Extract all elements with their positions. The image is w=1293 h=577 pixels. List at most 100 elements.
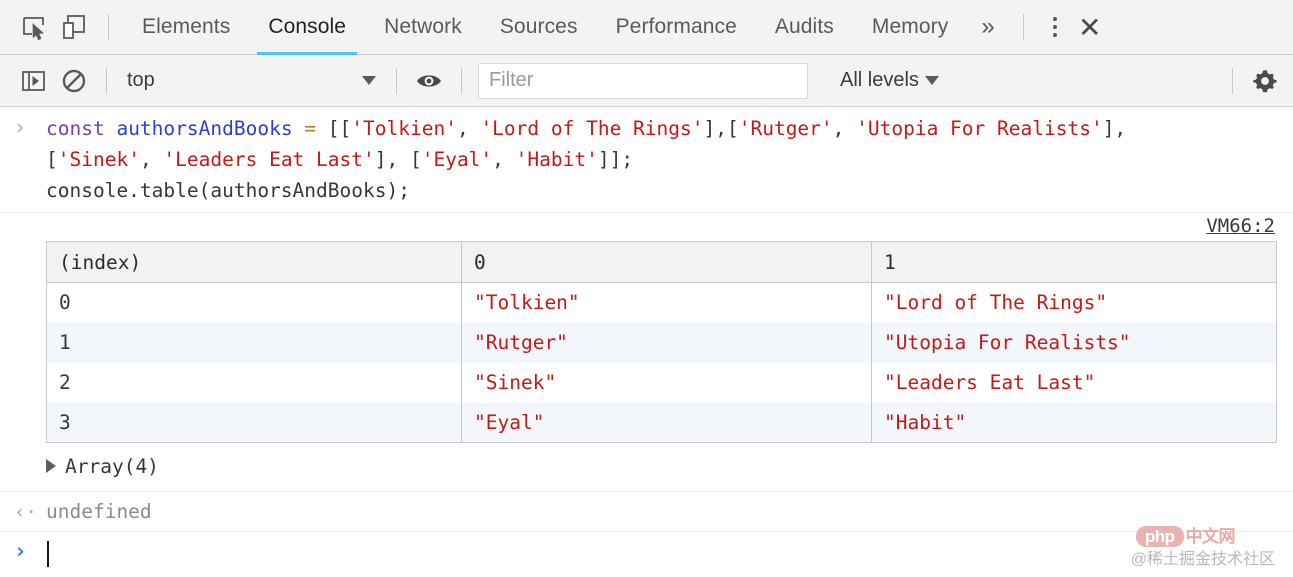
cell-index: 0 [47,283,462,323]
filterbar-divider-4 [1232,68,1233,94]
code-token-2: = [293,117,328,140]
code-token-5: , [457,117,480,140]
console-sidebar-glyph [21,69,47,93]
cell-col1: "Lord of The Rings" [872,283,1277,323]
table-row: 2 "Sinek" "Leaders Eat Last" [47,363,1277,403]
cell-index: 2 [47,363,462,403]
column-header-1[interactable]: 1 [872,242,1277,283]
execution-context-label: top [127,69,356,92]
code-token-17: , [492,148,515,171]
console-table-entry: VM66:2 (index) 0 1 0 [0,213,1293,492]
clear-console-glyph [61,68,87,94]
disclosure-triangle-icon [46,459,56,473]
return-arrow-icon: ‹· [14,501,37,523]
php-logo-pill: php [1136,526,1184,547]
text-cursor [47,541,49,567]
close-label: ✕ [1078,11,1101,44]
code-token-18: 'Habit' [516,148,598,171]
cell-col1: "Leaders Eat Last" [872,363,1277,403]
cell-col1: "Habit" [872,403,1277,443]
tab-audits[interactable]: Audits [756,0,853,55]
tab-performance[interactable]: Performance [597,0,756,55]
code-token-20: console.table(authorsAndBooks); [46,179,410,202]
chevron-down-icon [362,76,376,85]
device-toolbar-icon[interactable] [54,7,94,47]
inspect-cursor-glyph [21,14,47,40]
live-expression-icon[interactable] [409,61,449,101]
code-token-13: , [140,148,163,171]
tab-sources-label: Sources [500,15,578,39]
close-icon[interactable]: ✕ [1072,5,1108,49]
tab-elements[interactable]: Elements [123,0,249,55]
tab-console[interactable]: Console [249,0,365,55]
code-token-8: 'Rutger' [739,117,833,140]
live-prompt-arrow-icon: › [14,539,27,563]
cell-col1: "Utopia For Realists" [872,323,1277,363]
tab-memory-label: Memory [872,15,948,39]
settings-gear-icon[interactable] [1245,61,1285,101]
filterbar-divider-3 [461,68,462,94]
table-row: 0 "Tolkien" "Lord of The Rings" [47,283,1277,323]
tab-audits-label: Audits [775,15,834,39]
cell-col0: "Tolkien" [462,283,872,323]
log-level-selector[interactable]: All levels [830,63,949,99]
filter-input[interactable] [478,63,808,99]
device-toolbar-glyph [61,14,87,40]
cell-col0: "Rutger" [462,323,872,363]
console-table-header-row: (index) 0 1 [47,242,1277,283]
kebab-dot-3 [1053,33,1057,37]
cell-index: 3 [47,403,462,443]
cell-col0: "Sinek" [462,363,872,403]
devtools-window: Elements Console Network Sources Perform… [0,0,1293,577]
array-expander-label: Array(4) [65,455,159,478]
php-logo-watermark: php中文网 [1136,522,1235,547]
column-header-index[interactable]: (index) [47,242,462,283]
array-expander[interactable]: Array(4) [46,451,1293,481]
tab-network-label: Network [384,15,462,39]
tab-performance-label: Performance [616,15,737,39]
code-token-1: authorsAndBooks [116,117,292,140]
clear-console-icon[interactable] [54,61,94,101]
column-header-0[interactable]: 0 [462,242,872,283]
console-output[interactable]: › const authorsAndBooks = [['Tolkien', '… [0,107,1293,577]
kebab-dot-1 [1053,17,1057,21]
kebab-menu-icon[interactable] [1038,5,1072,49]
code-token-7: ],[ [704,117,739,140]
kebab-dot-2 [1053,25,1057,29]
chevron-down-icon [925,76,939,85]
more-tabs-chevron-icon[interactable]: » [967,13,1008,41]
community-watermark: @稀土掘金技术社区 [1131,545,1275,569]
console-live-prompt[interactable]: › [0,532,1293,574]
source-link[interactable]: VM66:2 [1206,215,1275,237]
log-level-label: All levels [840,69,919,92]
eye-glyph [415,71,443,91]
tab-network[interactable]: Network [365,0,481,55]
code-token-6: 'Lord of The Rings' [480,117,703,140]
code-token-4: 'Tolkien' [351,117,457,140]
console-input-entry: › const authorsAndBooks = [['Tolkien', '… [0,107,1293,213]
panel-tabs: Elements Console Network Sources Perform… [123,0,967,55]
code-token-0: const [46,117,116,140]
cell-col0: "Eyal" [462,403,872,443]
code-token-15: ], [ [375,148,422,171]
tab-memory[interactable]: Memory [853,0,967,55]
code-token-10: 'Utopia For Realists' [856,117,1103,140]
table-row: 1 "Rutger" "Utopia For Realists" [47,323,1277,363]
tab-elements-label: Elements [142,15,230,39]
table-row: 3 "Eyal" "Habit" [47,403,1277,443]
console-return-entry: ‹· undefined [0,492,1293,532]
filterbar-divider-2 [396,68,397,94]
execution-context-selector[interactable]: top [119,63,384,99]
code-token-9: , [833,117,856,140]
console-table-wrapper: (index) 0 1 0 "Tolkien" "Lord of The Rin… [46,241,1276,443]
code-token-19: ]]; [598,148,633,171]
inspect-cursor-icon[interactable] [14,7,54,47]
devtools-tab-bar: Elements Console Network Sources Perform… [0,0,1293,55]
console-sidebar-icon[interactable] [14,61,54,101]
tab-sources[interactable]: Sources [481,0,597,55]
console-table-head: (index) 0 1 [47,242,1277,283]
console-table-body: 0 "Tolkien" "Lord of The Rings" 1 "Rutge… [47,283,1277,443]
console-input-code: const authorsAndBooks = [['Tolkien', 'Lo… [46,113,1293,206]
code-token-12: 'Sinek' [58,148,140,171]
gear-glyph [1251,67,1279,95]
